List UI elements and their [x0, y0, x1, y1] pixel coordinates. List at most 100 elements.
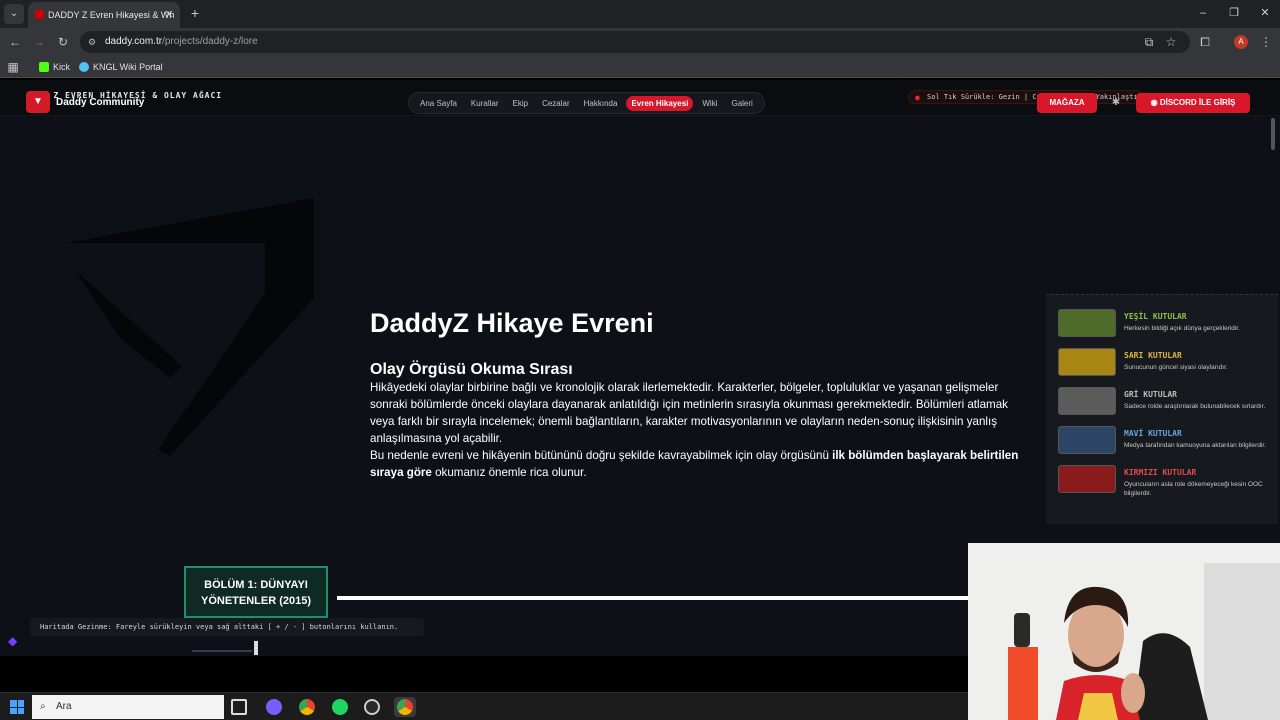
legend-title: YEŞİL KUTULAR [1124, 312, 1187, 321]
taskbar-search-placeholder: Ara [56, 701, 72, 712]
legend-desc: Sadece rolde araştırılarak bulunabilecek… [1124, 403, 1266, 410]
bookmark-star-icon[interactable]: ☆ [1162, 33, 1180, 51]
webcam-overlay [968, 543, 1280, 720]
legend-desc: Medya tarafından kamuoyuna aktarılan bil… [1124, 442, 1266, 449]
close-tab-icon[interactable]: ✕ [162, 2, 176, 28]
taskbar-search[interactable]: ⌕ Ara [32, 695, 224, 719]
nav-item-evren-hikayesi[interactable]: Evren Hikayesi [626, 95, 694, 111]
minimize-button[interactable]: – [1188, 4, 1218, 22]
legend-desc: Sunucunun güncel siyasi olaylarıdır. [1124, 364, 1228, 371]
discord-login-label: DİSCORD İLE GİRİŞ [1159, 98, 1236, 107]
address-bar[interactable]: ⚙ daddy.com.tr/projects/daddy-z/lore [80, 31, 1190, 53]
bookmark-kick[interactable]: Kick [39, 60, 70, 74]
intro-section: DaddyZ Hikaye Evreni Olay Örgüsü Okuma S… [370, 308, 1030, 481]
chrome-taskbar-button[interactable] [296, 697, 318, 717]
legend-item-gray: GRİ KUTULAR Sadece rolde araştırılarak b… [1058, 387, 1268, 417]
brand-name[interactable]: Daddy Community [56, 97, 144, 108]
timeline-line [337, 596, 977, 600]
settings-icon[interactable]: ✱ [1106, 94, 1126, 112]
reload-icon[interactable]: ↻ [54, 33, 72, 51]
discord-app-icon [266, 699, 282, 715]
legend-desc: Herkesin bildiği açık dünya gerçekleridi… [1124, 325, 1240, 332]
map-navigation-hint: Haritada Gezinme: Fareyle sürükleyin vey… [30, 618, 424, 636]
browser-toolbar: ← → ↻ ⚙ daddy.com.tr/projects/daddy-z/lo… [0, 28, 1280, 56]
cast-icon[interactable]: ⧉ [1140, 33, 1158, 51]
zoom-handle[interactable] [254, 641, 258, 655]
zoom-track[interactable] [192, 650, 252, 652]
intro-paragraph: Hikâyedeki olaylar birbirine bağlı ve kr… [370, 381, 1008, 445]
reading-order-heading: Olay Örgüsü Okuma Sırası [370, 361, 573, 378]
legend-item-yellow: SARI KUTULAR Sunucunun güncel siyasi ola… [1058, 348, 1268, 378]
bookmark-kngl-wiki[interactable]: KNGL Wiki Portal [79, 60, 163, 74]
legend-item-red: KIRMIZI KUTULAR Oyuncuların asla role dö… [1058, 465, 1268, 497]
chrome-active-taskbar-button[interactable] [394, 697, 416, 717]
active-tab[interactable]: DADDY Z Evren Hikayesi & Wh ✕ [28, 2, 180, 28]
store-button[interactable]: MAĞAZA [1037, 93, 1097, 113]
mouse-icon: ● [915, 93, 920, 102]
obs-taskbar-button[interactable] [361, 697, 383, 717]
legend-title: GRİ KUTULAR [1124, 390, 1177, 399]
dock-toggle-icon[interactable]: ◆ [8, 634, 24, 648]
close-window-button[interactable]: ✕ [1250, 4, 1280, 22]
reading-order-text: Bu nedenle evreni ve hikâyenin bütününü … [370, 449, 833, 462]
forward-icon[interactable]: → [30, 33, 48, 51]
chapter-1-node[interactable]: BÖLÜM 1: DÜNYAYI YÖNETENLER (2015) [184, 566, 328, 618]
spotify-taskbar-button[interactable] [329, 697, 351, 717]
back-icon[interactable]: ← [6, 33, 24, 51]
legend-swatch [1058, 309, 1116, 337]
site-info-icon[interactable]: ⚙ [88, 31, 96, 53]
task-view-button[interactable] [228, 697, 250, 717]
kick-icon [39, 62, 49, 72]
reading-order-text-end: okumanız önemle rica olunur. [431, 466, 587, 479]
discord-login-button[interactable]: ◉ DİSCORD İLE GİRİŞ [1136, 93, 1250, 113]
bookmarks-bar: ▦ Kick KNGL Wiki Portal [0, 56, 1280, 78]
task-view-icon [231, 699, 247, 715]
restore-button[interactable]: ❐ [1219, 4, 1249, 22]
nav-item-ekip[interactable]: Ekip [508, 96, 534, 111]
legend-item-blue: MAVİ KUTULAR Medya tarafından kamuoyuna … [1058, 426, 1268, 456]
legend-swatch [1058, 348, 1116, 376]
nav-item-galeri[interactable]: Galeri [726, 96, 757, 111]
bookmark-label: KNGL Wiki Portal [93, 62, 163, 72]
windows-start-icon[interactable] [10, 700, 24, 714]
page-title: DaddyZ Hikaye Evreni [370, 308, 654, 338]
tab-strip: ⌄ DADDY Z Evren Hikayesi & Wh ✕ + – ❐ ✕ [0, 0, 1280, 28]
legend-title: MAVİ KUTULAR [1124, 429, 1182, 438]
tab-search-button[interactable]: ⌄ [4, 4, 24, 24]
site-favicon-icon [35, 10, 44, 19]
chrome-app-icon [299, 699, 315, 715]
legend-title: SARI KUTULAR [1124, 351, 1182, 360]
page-scrollbar[interactable] [1271, 118, 1275, 150]
tab-title: DADDY Z Evren Hikayesi & Wh [48, 10, 175, 20]
main-nav: Ana Sayfa Kurallar Ekip Cezalar Hakkında… [408, 92, 765, 114]
reading-order-paragraph: Bu nedenle evreni ve hikâyenin bütününü … [370, 447, 1030, 481]
url-host: daddy.com.tr [105, 36, 163, 47]
nav-item-kurallar[interactable]: Kurallar [466, 96, 504, 111]
url-path: /projects/daddy-z/lore [162, 36, 258, 47]
discord-icon: ◉ [1150, 98, 1160, 107]
kngl-icon [79, 62, 89, 72]
new-tab-button[interactable]: + [186, 4, 204, 22]
obs-app-icon [364, 699, 380, 715]
profile-avatar[interactable]: A [1234, 35, 1248, 49]
nav-item-ana-sayfa[interactable]: Ana Sayfa [415, 96, 462, 111]
chrome-active-app-icon [397, 699, 413, 715]
nav-item-wiki[interactable]: Wiki [697, 96, 722, 111]
legend-item-green: YEŞİL KUTULAR Herkesin bildiği açık düny… [1058, 309, 1268, 339]
legend-swatch [1058, 426, 1116, 454]
legend-desc: Oyuncuların asla role dökemeyeceği kesin… [1124, 481, 1263, 497]
extensions-icon[interactable]: ⧠ [1196, 33, 1214, 51]
nav-item-hakkinda[interactable]: Hakkında [579, 96, 623, 111]
bookmark-label: Kick [53, 62, 71, 72]
menu-icon[interactable]: ⋮ [1257, 33, 1275, 51]
search-icon: ⌕ [40, 701, 46, 712]
discord-taskbar-button[interactable] [263, 697, 285, 717]
site-header: DY Z EVREN HİKAYESİ & OLAY AĞACI ▼ Daddy… [0, 80, 1280, 116]
legend-swatch [1058, 465, 1116, 493]
apps-grid-icon[interactable]: ▦ [4, 58, 22, 76]
daddy-logo-icon[interactable]: ▼ [26, 91, 50, 113]
nav-item-cezalar[interactable]: Cezalar [537, 96, 575, 111]
spotify-app-icon [332, 699, 348, 715]
legend-swatch [1058, 387, 1116, 415]
legend-title: KIRMIZI KUTULAR [1124, 468, 1197, 477]
